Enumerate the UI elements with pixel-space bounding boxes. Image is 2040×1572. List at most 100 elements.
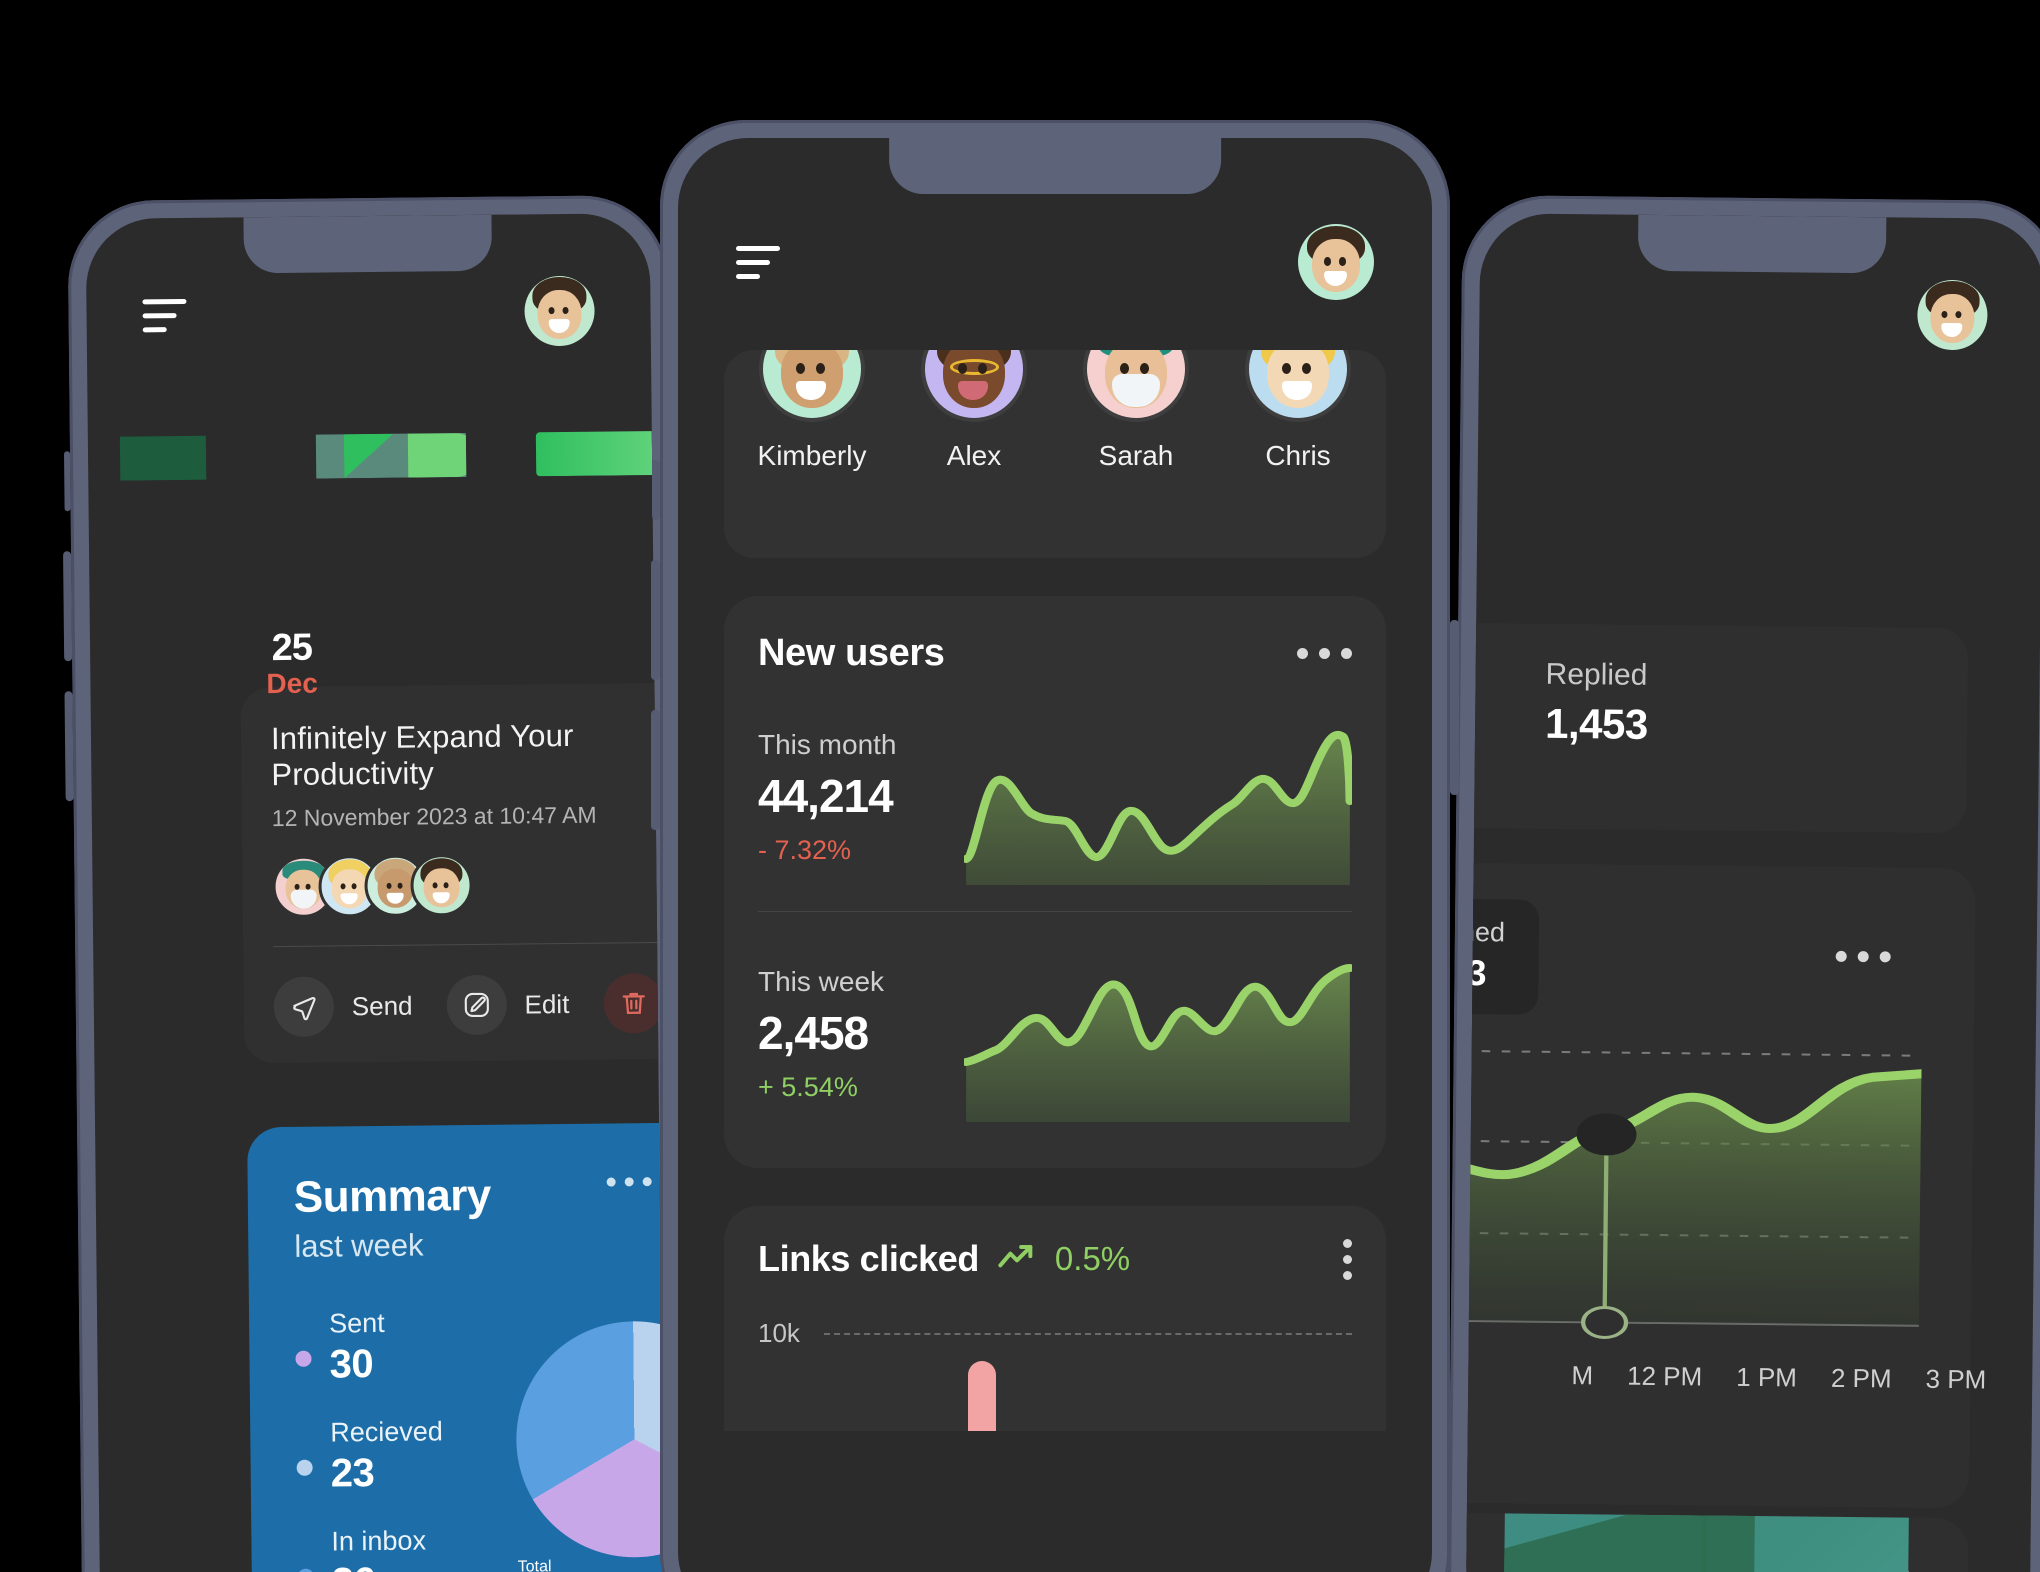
list-item[interactable]: Chris (1238, 350, 1358, 472)
phone-center-screen: Kimberly Alex Sarah Chris New users This… (678, 138, 1432, 1572)
tooltip-value: 793 (1465, 951, 1487, 994)
mail-card[interactable]: Infinitely Expand Your Productivity 12 N… (240, 682, 665, 1064)
tooltip-label: Opened (1465, 916, 1506, 948)
edit-pencil-icon (446, 974, 507, 1036)
more-vertical-icon[interactable] (1343, 1238, 1352, 1280)
phone-left-button-volume-down[interactable] (64, 691, 74, 802)
metric-change: + 5.54% (758, 1071, 858, 1102)
phone-center-button-volume-down[interactable] (651, 710, 660, 830)
edit-button[interactable]: Edit (446, 974, 570, 1036)
list-item: Recieved 23 (296, 1416, 507, 1497)
calendar-month: Dec (266, 667, 318, 700)
phone-right-notch (1637, 214, 1887, 274)
replied-label: Replied (1545, 657, 1648, 692)
x-tick: 12 PM (1626, 1360, 1703, 1392)
phone-center-button-mute[interactable] (652, 460, 660, 520)
links-bar-chart (758, 1361, 1352, 1431)
links-chart-axis: 10k (758, 1318, 1352, 1349)
summary-card[interactable]: Summary last week Sent 30 Recieved 23 In… (247, 1121, 665, 1572)
phone-left-notch (243, 214, 493, 274)
list-item[interactable]: Kimberly (752, 350, 872, 472)
hamburger-menu-icon[interactable] (736, 245, 780, 279)
opened-area-chart (1465, 1031, 1928, 1357)
gridline (823, 1332, 1352, 1335)
people-row: Kimberly Alex Sarah Chris (752, 350, 1358, 472)
delete-button[interactable] (603, 973, 664, 1034)
trending-up-icon (997, 1242, 1037, 1277)
phone-left-button-mute[interactable] (63, 451, 71, 512)
avatar[interactable] (1298, 224, 1374, 300)
more-horizontal-icon[interactable] (606, 1177, 652, 1187)
calendar-day: 25 (271, 626, 313, 670)
metric-label: This month (758, 728, 897, 760)
stat-value: 36 (332, 1559, 427, 1572)
links-clicked-title: Links clicked (758, 1238, 979, 1279)
avatar[interactable] (410, 854, 473, 917)
mail-timestamp: 12 November 2023 at 10:47 AM (271, 801, 597, 832)
list-item: In inbox 36 (297, 1525, 508, 1572)
bar (968, 1361, 996, 1431)
links-clicked-card[interactable]: Links clicked 0.5% 10k (724, 1206, 1386, 1431)
chart-tooltip: Opened 793 (1465, 898, 1540, 1015)
phone-right-screen: Replied 1,453 Opened 793 M 12 PM 1 PM 2 … (1465, 213, 2040, 1572)
avatar[interactable] (759, 350, 865, 422)
mockup-stage: 25 Dec Infinitely Expand Your Productivi… (0, 0, 2040, 1572)
x-tick: 1 PM (1736, 1361, 1798, 1393)
phone-center-notch (889, 138, 1221, 194)
x-tick: 3 PM (1925, 1363, 1987, 1395)
metric-value: 2,458 (758, 1006, 869, 1059)
summary-stats: Sent 30 Recieved 23 In inbox (295, 1307, 508, 1572)
mail-actions: Send Edit (273, 943, 664, 1038)
avatar[interactable] (1245, 350, 1351, 422)
avatar[interactable] (1083, 350, 1189, 422)
scheduled-email-card[interactable]: heduled email 23 at 10:47 AM (1465, 1511, 1969, 1572)
send-button[interactable]: Send (273, 976, 413, 1038)
avatar[interactable] (921, 350, 1027, 422)
links-clicked-percent: 0.5% (1054, 1240, 1131, 1277)
summary-title: Summary (293, 1170, 492, 1222)
left-topbar (86, 275, 651, 351)
stat-label: In inbox (331, 1525, 427, 1557)
left-calendar-date: 25 Dec (266, 627, 318, 701)
metric-this-month: This month 44,214 - 7.32% (758, 675, 1355, 895)
mail-participants (272, 852, 664, 919)
stat-label: Sent (328, 1307, 385, 1339)
person-name: Kimberly (757, 440, 867, 471)
stat-label: Recieved (330, 1416, 443, 1448)
chart-x-axis: M 12 PM 1 PM 2 PM 3 PM (1468, 1359, 1986, 1395)
replied-card[interactable]: Replied 1,453 (1465, 621, 1969, 834)
more-horizontal-icon[interactable] (1835, 950, 1891, 963)
phone-center-button-power[interactable] (1450, 620, 1459, 795)
replied-value: 1,453 (1544, 699, 1648, 748)
list-item[interactable]: Sarah (1076, 350, 1196, 472)
metric-label: This week (758, 965, 885, 997)
person-name: Alex (946, 440, 1002, 471)
edit-label: Edit (524, 988, 570, 1019)
trash-delete-icon (603, 973, 664, 1034)
phone-center-button-volume-up[interactable] (651, 560, 660, 680)
phone-left: 25 Dec Infinitely Expand Your Productivi… (63, 194, 683, 1572)
person-name: Sarah (1098, 440, 1174, 471)
left-calendar-strip (88, 405, 653, 481)
avatar[interactable] (524, 275, 595, 347)
sparkline-this-month (961, 709, 1355, 885)
avatar[interactable] (1917, 279, 1988, 351)
list-item[interactable]: Alex (914, 350, 1034, 472)
summary-subtitle: last week (294, 1227, 424, 1264)
stat-value: 30 (329, 1342, 374, 1387)
x-tick: M (1571, 1360, 1594, 1391)
right-topbar (1479, 275, 2040, 351)
metric-value: 44,214 (758, 769, 894, 822)
phone-center: Kimberly Alex Sarah Chris New users This… (651, 120, 1459, 1572)
new-users-card[interactable]: New users This month 44,214 - 7.32% This… (724, 596, 1386, 1168)
opened-chart-card[interactable]: Opened 793 (1465, 861, 1976, 1509)
donut-total-label: Total (517, 1558, 552, 1572)
new-users-title: New users (758, 632, 945, 674)
more-horizontal-icon[interactable] (1297, 648, 1352, 659)
stat-value: 23 (330, 1451, 375, 1496)
sparkline-this-week (961, 946, 1355, 1122)
mail-title: Infinitely Expand Your Productivity (270, 717, 574, 793)
phone-left-button-volume-up[interactable] (63, 551, 73, 662)
scheduled-email-thumbnail (1503, 1511, 1909, 1572)
hamburger-menu-icon[interactable] (142, 298, 187, 332)
